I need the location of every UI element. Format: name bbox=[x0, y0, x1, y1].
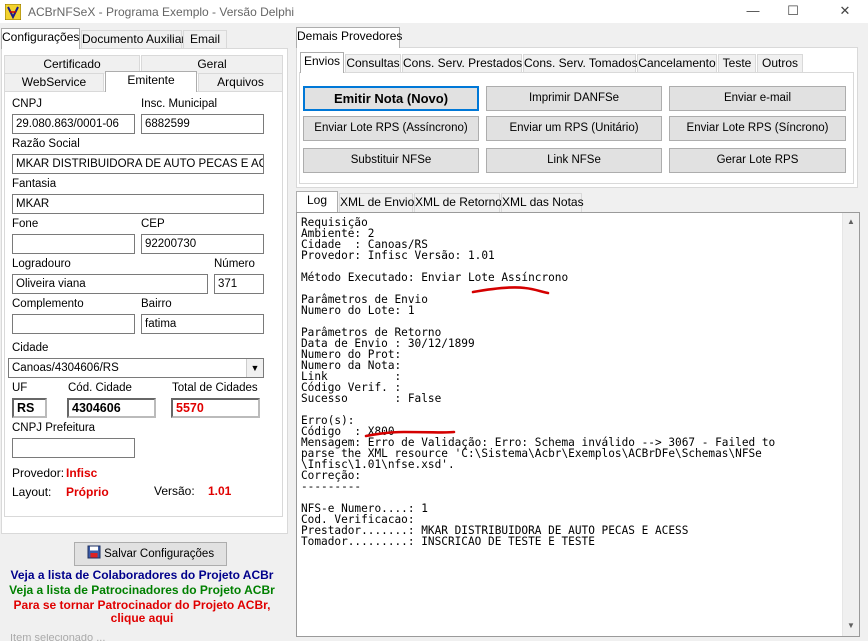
tab-arquivos[interactable]: Arquivos bbox=[198, 73, 283, 92]
vertical-scrollbar[interactable]: ▲ ▼ bbox=[842, 213, 859, 636]
enviar-lote-rps-sincrono-button[interactable]: Enviar Lote RPS (Síncrono) bbox=[669, 116, 846, 141]
cep-field[interactable]: 92200730 bbox=[141, 234, 264, 254]
cnpj-field[interactable]: 29.080.863/0001-06 bbox=[12, 114, 135, 134]
razao-social-label: Razão Social bbox=[12, 138, 80, 150]
total-cidades-field[interactable]: 5570 bbox=[171, 398, 260, 418]
fone-field[interactable] bbox=[12, 234, 135, 254]
razao-social-field[interactable]: MKAR DISTRIBUIDORA DE AUTO PECAS E ACESS bbox=[12, 154, 264, 174]
imprimir-danfse-button[interactable]: Imprimir DANFSe bbox=[486, 86, 662, 111]
cnpj-label: CNPJ bbox=[12, 98, 43, 110]
layout-label: Layout: bbox=[12, 485, 52, 499]
cod-cidade-field[interactable]: 4304606 bbox=[67, 398, 156, 418]
provedor-label: Provedor: bbox=[12, 466, 65, 480]
log-line: Requisição bbox=[301, 216, 368, 229]
tab-cons-serv-prestados[interactable]: Cons. Serv. Prestados bbox=[402, 54, 522, 73]
colaboradores-link[interactable]: Veja a lista de Colaboradores do Projeto… bbox=[0, 568, 284, 582]
tab-email[interactable]: Email bbox=[183, 30, 227, 49]
cnpj-prefeitura-field[interactable] bbox=[12, 438, 135, 458]
enviar-lote-rps-assincrono-button[interactable]: Enviar Lote RPS (Assíncrono) bbox=[303, 116, 479, 141]
maximize-button[interactable]: ☐ bbox=[770, 0, 816, 24]
tab-xml-notas[interactable]: XML das Notas bbox=[501, 193, 584, 212]
versao-label: Versão: bbox=[154, 484, 195, 498]
red-underline-annotation-2 bbox=[364, 430, 456, 438]
red-underline-annotation-1 bbox=[471, 286, 550, 295]
tab-webservice[interactable]: WebService bbox=[4, 73, 104, 92]
log-text: Requisição Ambiente: 2 Cidade : Canoas/RS P… bbox=[301, 217, 831, 547]
log-line: Método Executado: Enviar Lote Assíncrono bbox=[301, 271, 569, 284]
numero-label: Número bbox=[214, 258, 255, 270]
tab-documento-auxiliar[interactable]: Documento Auxiliar bbox=[81, 30, 185, 49]
bairro-label: Bairro bbox=[141, 298, 172, 310]
complemento-field[interactable] bbox=[12, 314, 135, 334]
tab-envios[interactable]: Envios bbox=[300, 52, 344, 73]
log-line: Sucesso : False bbox=[301, 392, 442, 405]
cidade-label: Cidade bbox=[12, 342, 49, 354]
complemento-label: Complemento bbox=[12, 298, 84, 310]
status-bar-text: Item selecionado ... bbox=[10, 634, 106, 641]
patrocinador-link-line2[interactable]: clique aqui bbox=[0, 611, 284, 625]
logradouro-label: Logradouro bbox=[12, 258, 71, 270]
log-line: Tomador.........: INSCRICAO DE TESTE E T… bbox=[301, 535, 595, 548]
chevron-down-icon[interactable]: ▼ bbox=[246, 359, 263, 377]
log-line: Correção: bbox=[301, 469, 362, 482]
floppy-disk-icon bbox=[87, 545, 101, 559]
logradouro-field[interactable]: Oliveira viana bbox=[12, 274, 208, 294]
save-config-button[interactable]: Salvar Configurações bbox=[74, 542, 227, 566]
total-cidades-label: Total de Cidades bbox=[172, 382, 258, 394]
splitter[interactable] bbox=[289, 25, 293, 641]
enviar-rps-unitario-button[interactable]: Enviar um RPS (Unitário) bbox=[486, 116, 662, 141]
log-line: \Infisc\1.01\nfse.xsd'. bbox=[301, 458, 455, 471]
tab-cancelamento[interactable]: Cancelamento bbox=[637, 54, 717, 73]
tab-consultas[interactable]: Consultas bbox=[345, 54, 401, 73]
log-line: Numero do Lote: 1 bbox=[301, 304, 415, 317]
versao-value: 1.01 bbox=[208, 484, 232, 498]
scroll-down-icon[interactable]: ▼ bbox=[847, 621, 855, 630]
cep-label: CEP bbox=[141, 218, 165, 230]
insc-municipal-field[interactable]: 6882599 bbox=[141, 114, 264, 134]
close-button[interactable]: ✕ bbox=[822, 0, 868, 24]
numero-field[interactable]: 371 bbox=[214, 274, 264, 294]
emitir-nota-button[interactable]: Emitir Nota (Novo) bbox=[303, 86, 479, 111]
tab-xml-envio[interactable]: XML de Envio bbox=[339, 193, 414, 212]
tab-demais-provedores[interactable]: Demais Provedores bbox=[296, 27, 402, 48]
title-bar: ACBrNFSeX - Programa Exemplo - Versão De… bbox=[0, 0, 868, 24]
enviar-email-button[interactable]: Enviar e-mail bbox=[669, 86, 846, 111]
log-line: Provedor: Infisc Versão: 1.01 bbox=[301, 249, 495, 262]
tab-cons-serv-tomados[interactable]: Cons. Serv. Tomados bbox=[523, 54, 638, 73]
gerar-lote-rps-button[interactable]: Gerar Lote RPS bbox=[669, 148, 846, 173]
patrocinador-link-line1[interactable]: Para se tornar Patrocinador do Projeto A… bbox=[0, 598, 284, 612]
cod-cidade-label: Cód. Cidade bbox=[68, 382, 132, 394]
window-title: ACBrNFSeX - Programa Exemplo - Versão De… bbox=[28, 5, 295, 19]
layout-value: Próprio bbox=[66, 485, 109, 499]
cidade-value: Canoas/4304606/RS bbox=[12, 362, 119, 374]
tab-configuracoes[interactable]: Configurações bbox=[1, 28, 80, 49]
tab-log[interactable]: Log bbox=[296, 191, 338, 212]
tab-xml-retorno[interactable]: XML de Retorno bbox=[414, 193, 502, 212]
tab-outros[interactable]: Outros bbox=[757, 54, 803, 73]
scroll-up-icon[interactable]: ▲ bbox=[847, 217, 855, 226]
fantasia-field[interactable]: MKAR bbox=[12, 194, 264, 214]
fone-label: Fone bbox=[12, 218, 39, 230]
bairro-field[interactable]: fatima bbox=[141, 314, 264, 334]
cidade-select[interactable]: Canoas/4304606/RS ▼ bbox=[8, 358, 264, 378]
fantasia-label: Fantasia bbox=[12, 178, 57, 190]
link-nfse-button[interactable]: Link NFSe bbox=[486, 148, 662, 173]
tab-teste[interactable]: Teste bbox=[718, 54, 756, 73]
log-line: --------- bbox=[301, 480, 362, 493]
tab-emitente[interactable]: Emitente bbox=[105, 71, 197, 92]
uf-label: UF bbox=[12, 382, 28, 394]
substituir-nfse-button[interactable]: Substituir NFSe bbox=[303, 148, 479, 173]
patrocinadores-link[interactable]: Veja a lista de Patrocinadores do Projet… bbox=[0, 583, 284, 597]
insc-municipal-label: Insc. Municipal bbox=[141, 98, 218, 110]
uf-field[interactable]: RS bbox=[12, 398, 47, 418]
cnpj-prefeitura-label: CNPJ Prefeitura bbox=[12, 422, 96, 434]
log-memo[interactable]: Requisição Ambiente: 2 Cidade : Canoas/RS P… bbox=[296, 212, 860, 637]
provedor-value: Infisc bbox=[66, 466, 98, 480]
app-logo-icon bbox=[5, 4, 21, 20]
